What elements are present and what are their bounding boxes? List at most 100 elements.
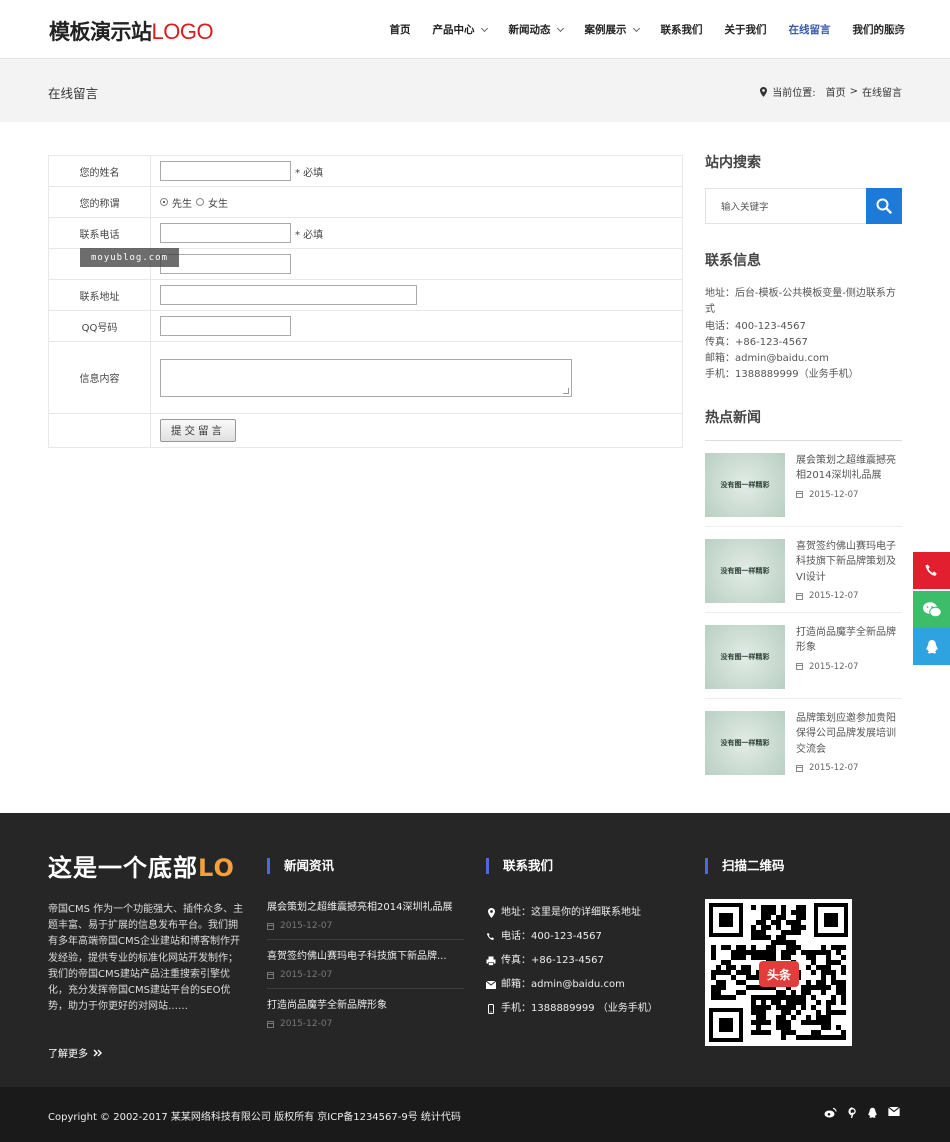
hot-news-title: 热点新闻 <box>705 409 761 426</box>
radio-mr[interactable] <box>160 198 168 206</box>
fax-icon <box>486 956 496 966</box>
footer-about: 帝国CMS 作为一个功能强大、插件众多、主题丰富、易于扩展的信息发布平台。我们拥… <box>48 904 244 1013</box>
location-pin-icon <box>760 86 768 97</box>
search-button[interactable] <box>866 188 902 224</box>
svg-text:头条: 头条 <box>767 967 792 982</box>
search-icon[interactable] <box>891 24 902 35</box>
double-chevron-right-icon <box>93 1049 102 1056</box>
radio-ms[interactable] <box>196 198 204 206</box>
float-phone-button[interactable] <box>913 552 950 589</box>
list-item[interactable]: 没有图一样精彩 展会策划之超维震撼亮相2014深圳礼品展 2015-12-07 <box>705 441 902 527</box>
message-form: 您的姓名 * 必填 您的称谓 先生 女生 联系电话 * 必填 联系地址 QQ号码… <box>48 155 683 448</box>
footer-logo: 这是一个底部LO <box>48 854 235 882</box>
float-qq-button[interactable] <box>913 628 950 665</box>
chevron-down-icon <box>632 24 640 32</box>
form-row-name: 您的姓名 * 必填 <box>49 156 682 187</box>
calendar-icon <box>267 971 274 979</box>
breadcrumb-home[interactable]: 首页 <box>826 84 846 99</box>
news-thumbnail[interactable]: 没有图一样精彩 <box>705 452 785 517</box>
chevron-down-icon <box>480 24 488 32</box>
form-row-content: 信息内容 <box>49 342 682 414</box>
site-footer: 这是一个底部LO 帝国CMS 作为一个功能强大、插件众多、主题丰富、易于扩展的信… <box>0 813 950 1087</box>
email-icon <box>486 981 496 989</box>
nav-item-products[interactable]: 产品中心 <box>433 22 488 37</box>
sidebar: 站内搜索 输入关键字 联系信息 地址：后台-模板-公共模板变量-侧边联系方式 电… <box>705 152 902 784</box>
form-row-address: 联系地址 <box>49 280 682 311</box>
address-input[interactable] <box>160 285 417 305</box>
site-search: 输入关键字 <box>705 188 902 224</box>
content-textarea[interactable] <box>160 358 572 397</box>
phone-icon <box>924 564 937 576</box>
title-label: 您的称谓 <box>49 187 151 217</box>
pinterest-icon[interactable] <box>847 1107 857 1119</box>
content-label: 信息内容 <box>49 342 151 413</box>
form-row-title: 您的称谓 先生 女生 <box>49 187 682 218</box>
form-row-phone: 联系电话 * 必填 <box>49 218 682 249</box>
float-wechat-button[interactable] <box>913 591 950 628</box>
list-item[interactable]: 展会策划之超维震撼亮相2014深圳礼品展 2015-12-07 <box>267 901 464 940</box>
contact-info: 地址：后台-模板-公共模板变量-侧边联系方式 电话：400-123-4567 传… <box>705 288 896 381</box>
list-item[interactable]: 没有图一样精彩 品牌策划应邀参加贵阳保得公司品牌发展培训交流会 2015-12-0… <box>705 699 902 784</box>
page-titlebar: 在线留言 当前位置: 首页 > 在线留言 <box>0 60 950 122</box>
qq-input[interactable] <box>160 316 291 336</box>
footer-qr-title: 扫描二维码 <box>705 858 785 874</box>
calendar-icon <box>796 663 803 671</box>
site-logo[interactable]: 模板演示站LOGO <box>49 16 214 46</box>
footer-news-list: 展会策划之超维震撼亮相2014深圳礼品展 2015-12-07 喜贺签约佛山赛玛电… <box>267 901 464 1047</box>
nav-item-home[interactable]: 首页 <box>390 22 411 37</box>
weibo-icon[interactable] <box>824 1107 837 1119</box>
search-input[interactable]: 输入关键字 <box>705 188 866 224</box>
nav-item-contact[interactable]: 联系我们 <box>661 22 703 37</box>
submit-button[interactable]: 提交留言 <box>160 419 236 442</box>
calendar-icon <box>267 922 274 930</box>
contact-title: 联系信息 <box>705 253 761 269</box>
wechat-icon <box>922 601 942 617</box>
hot-news-list: 没有图一样精彩 展会策划之超维震撼亮相2014深圳礼品展 2015-12-07 没… <box>705 441 902 784</box>
calendar-icon <box>796 491 803 499</box>
qq-icon <box>925 639 938 653</box>
news-thumbnail[interactable]: 没有图一样精彩 <box>705 624 785 689</box>
learn-more-link[interactable]: 了解更多 <box>48 1045 102 1060</box>
copyright-bar: Copyright © 2002-2017 某某网络科技有限公司 版权所有 京I… <box>0 1087 950 1142</box>
form-row-submit: 提交留言 <box>49 414 682 447</box>
list-item[interactable]: 喜贺签约佛山赛玛电子科技旗下新品牌... 2015-12-07 <box>267 950 464 989</box>
breadcrumb-current[interactable]: 在线留言 <box>862 84 902 99</box>
nav-item-about[interactable]: 关于我们 <box>725 22 767 37</box>
nav-item-cases[interactable]: 案例展示 <box>585 22 640 37</box>
nav-item-news[interactable]: 新闻动态 <box>509 22 564 37</box>
calendar-icon <box>267 1020 274 1028</box>
chevron-down-icon <box>556 24 564 32</box>
name-input[interactable] <box>160 161 291 181</box>
location-pin-icon <box>487 908 495 918</box>
list-item[interactable]: 没有图一样精彩 喜贺签约佛山赛玛电子科技旗下新品牌策划及VI设计 2015-12-… <box>705 527 902 613</box>
qq-label: QQ号码 <box>49 311 151 341</box>
mobile-icon <box>488 1004 494 1014</box>
search-title: 站内搜索 <box>705 155 761 171</box>
nav-item-message[interactable]: 在线留言 <box>789 22 831 37</box>
footer-contact: 地址：这里是你的详细联系地址 电话：400-123-4567 传真：+86-12… <box>486 901 658 1021</box>
site-header: 模板演示站LOGO 首页 产品中心 新闻动态 案例展示 联系我们 关于我们 在线… <box>0 0 950 59</box>
list-item[interactable]: 没有图一样精彩 打造尚品魔芋全新品牌形象 2015-12-07 <box>705 613 902 699</box>
footer-news-title: 新闻资讯 <box>267 858 334 874</box>
email-icon[interactable] <box>888 1107 900 1119</box>
address-label: 联系地址 <box>49 280 151 310</box>
news-thumbnail[interactable]: 没有图一样精彩 <box>705 710 785 775</box>
qr-code: 头条 <box>705 899 852 1046</box>
phone-input[interactable] <box>160 223 291 243</box>
calendar-icon <box>796 592 803 600</box>
list-item[interactable]: 打造尚品魔芋全新品牌形象 2015-12-07 <box>267 999 464 1037</box>
social-links <box>814 1107 900 1119</box>
breadcrumb: 当前位置: 首页 > 在线留言 <box>760 84 902 99</box>
news-thumbnail[interactable]: 没有图一样精彩 <box>705 538 785 603</box>
phone-icon <box>486 932 494 940</box>
main-nav: 首页 产品中心 新闻动态 案例展示 联系我们 关于我们 在线留言 我们的服务 <box>368 0 906 59</box>
calendar-icon <box>796 764 803 772</box>
watermark: moyublog.com <box>80 248 179 267</box>
qq-icon[interactable] <box>867 1107 878 1119</box>
email-input[interactable] <box>160 254 291 274</box>
form-row-qq: QQ号码 <box>49 311 682 342</box>
footer-contact-title: 联系我们 <box>486 858 553 874</box>
phone-label: 联系电话 <box>49 218 151 248</box>
name-label: 您的姓名 <box>49 156 151 186</box>
search-icon <box>876 198 892 214</box>
